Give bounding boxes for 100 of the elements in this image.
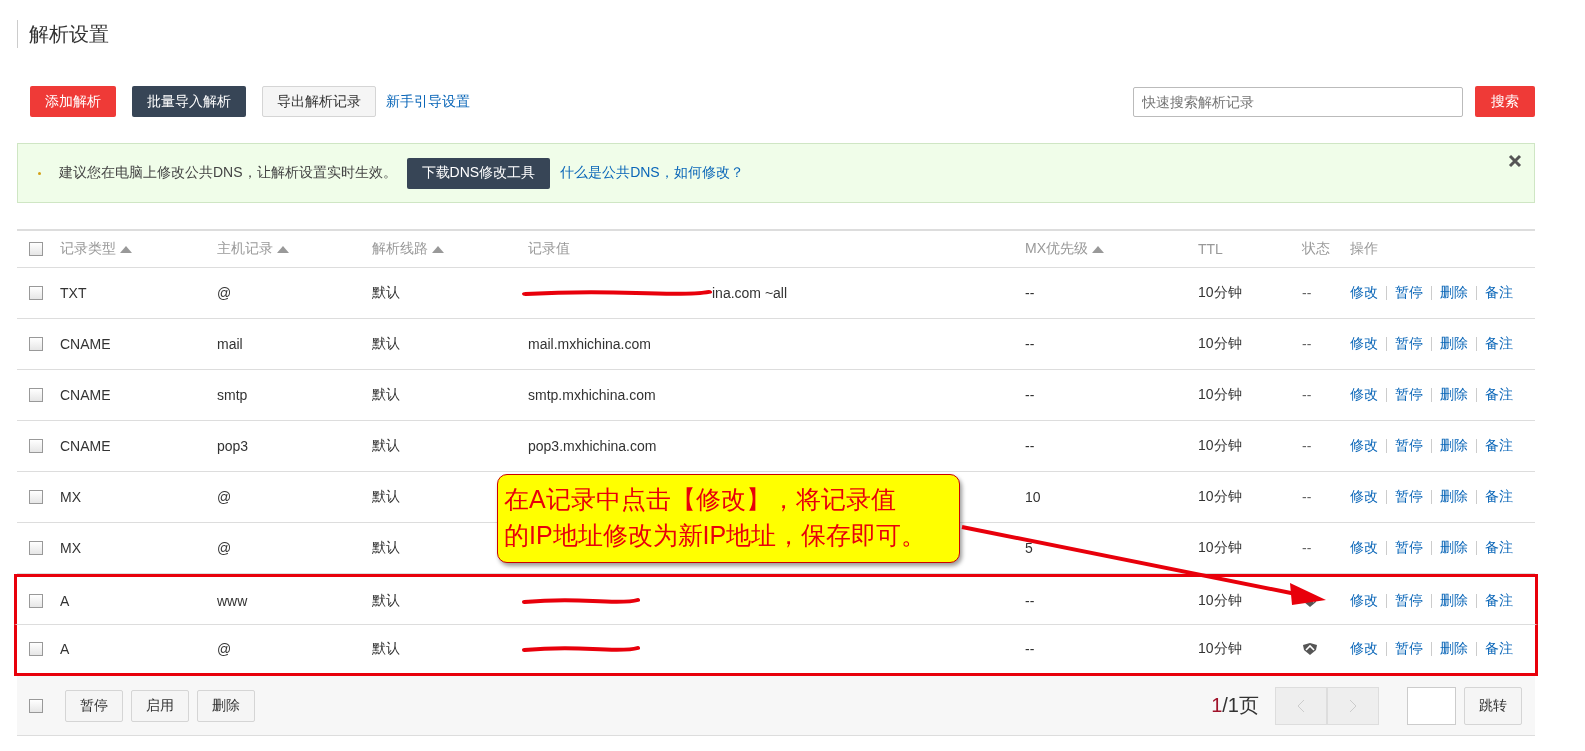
table-cell: 默认 [372,591,400,610]
action-link[interactable]: 备注 [1485,284,1513,302]
table-cell: mail.mxhichina.com [528,336,651,352]
table-cell: 10 [1025,489,1041,505]
row-checkbox[interactable] [29,439,43,453]
table-cell: A [60,641,70,657]
row-checkbox[interactable] [29,642,43,656]
action-link[interactable]: 修改 [1350,386,1378,404]
action-link[interactable]: 删除 [1440,488,1468,506]
action-link[interactable]: 修改 [1350,437,1378,455]
table-cell: 10分钟 [1198,488,1242,506]
action-link[interactable]: 删除 [1440,437,1468,455]
table-cell: 默认 [372,335,400,353]
column-header: 主机记录 [217,240,273,258]
table-cell: www [217,592,248,609]
table-cell: 10分钟 [1198,539,1242,557]
table-cell: CNAME [60,438,111,454]
row-checkbox[interactable] [29,337,43,351]
table-cell: ina.com ~all [712,285,788,301]
page-input-field[interactable] [1407,686,1456,725]
callout-text: 的IP地址修改为新IP地址，保存即可。 [504,521,927,549]
action-link[interactable]: 暂停 [1395,488,1423,506]
action-link[interactable]: 备注 [1485,386,1513,404]
action-link[interactable]: 暂停 [1395,386,1423,404]
column-header: 记录类型 [60,240,116,258]
row-checkbox[interactable] [29,593,43,608]
table-cell: 默认 [372,640,400,658]
action-link[interactable]: 修改 [1350,488,1378,506]
action-link[interactable]: 删除 [1440,640,1468,658]
action-link[interactable]: 删除 [1440,386,1468,404]
status-text: -- [1302,285,1312,301]
action-link[interactable]: 备注 [1485,539,1513,557]
toolbar-button[interactable]: 批量导入解析 [132,86,246,117]
action-link[interactable]: 修改 [1350,284,1378,302]
row-checkbox[interactable] [29,490,43,504]
table-cell: TXT [60,285,87,301]
sort-icon[interactable] [120,245,132,253]
table-cell: MX [60,489,81,505]
status-text: -- [1302,540,1312,556]
table-cell: CNAME [60,387,111,403]
action-link[interactable]: 删除 [1440,335,1468,353]
table-cell: -- [1025,285,1035,301]
action-link[interactable]: 暂停 [1395,591,1423,610]
toolbar-button[interactable]: 添加解析 [30,86,116,117]
page-title: 解析设置 [17,20,1535,48]
table-cell: A [60,592,70,609]
table-cell: @ [217,540,232,556]
guide-link[interactable]: 新手引导设置 [386,92,470,111]
toolbar-button[interactable]: 导出解析记录 [262,86,376,117]
search-field[interactable]: 快速搜索解析记录 [1133,86,1463,117]
chevron-left-icon [1297,698,1305,713]
download-tool-button[interactable]: 下载DNS修改工具 [406,157,551,189]
status-text: -- [1302,387,1312,403]
search-button[interactable]: 搜索 [1475,86,1535,117]
jump-button[interactable]: 跳转 [1464,686,1522,725]
table-cell: -- [1025,592,1035,609]
bulk-action-button[interactable]: 删除 [197,689,255,722]
column-header: MX优先级 [1025,240,1088,258]
table-cell: @ [217,641,232,657]
sort-icon[interactable] [277,245,289,253]
action-link[interactable]: 备注 [1485,640,1513,658]
action-link[interactable]: 修改 [1350,335,1378,353]
footer-checkbox[interactable] [29,698,43,713]
action-link[interactable]: 暂停 [1395,284,1423,302]
table-cell: pop3.mxhichina.com [528,438,657,454]
select-all-checkbox[interactable] [29,242,43,256]
column-header: TTL [1198,241,1223,257]
row-checkbox[interactable] [29,388,43,402]
table-cell: 10分钟 [1198,591,1242,610]
row-checkbox[interactable] [29,286,43,300]
help-link[interactable]: 什么是公共DNS，如何修改？ [560,164,744,182]
action-link[interactable]: 修改 [1350,591,1378,610]
sort-icon[interactable] [1092,245,1104,253]
table-cell: 默认 [372,284,400,302]
action-link[interactable]: 删除 [1440,284,1468,302]
table-cell: -- [1025,438,1035,454]
action-link[interactable]: 备注 [1485,437,1513,455]
action-link[interactable]: 修改 [1350,539,1378,557]
bulk-action-button[interactable]: 启用 [131,689,189,722]
action-link[interactable]: 删除 [1440,539,1468,557]
status-text: -- [1302,438,1312,454]
action-link[interactable]: 暂停 [1395,539,1423,557]
row-checkbox[interactable] [29,541,43,555]
action-link[interactable]: 备注 [1485,591,1513,610]
action-link[interactable]: 删除 [1440,591,1468,610]
table-cell: mail [217,336,243,352]
notice-text: 建议您在电脑上修改公共DNS，让解析设置实时生效。 [59,164,397,182]
sort-icon[interactable] [432,245,444,253]
action-link[interactable]: 备注 [1485,335,1513,353]
action-link[interactable]: 暂停 [1395,640,1423,658]
table-cell: -- [1025,641,1035,657]
bulk-action-button[interactable]: 暂停 [65,689,123,722]
action-link[interactable]: 备注 [1485,488,1513,506]
action-link[interactable]: 暂停 [1395,437,1423,455]
action-link[interactable]: 暂停 [1395,335,1423,353]
current-page: 1 [1211,694,1223,716]
close-icon[interactable] [1508,154,1522,168]
status-text: -- [1302,489,1312,505]
table-cell: 10分钟 [1198,437,1242,455]
action-link[interactable]: 修改 [1350,640,1378,658]
